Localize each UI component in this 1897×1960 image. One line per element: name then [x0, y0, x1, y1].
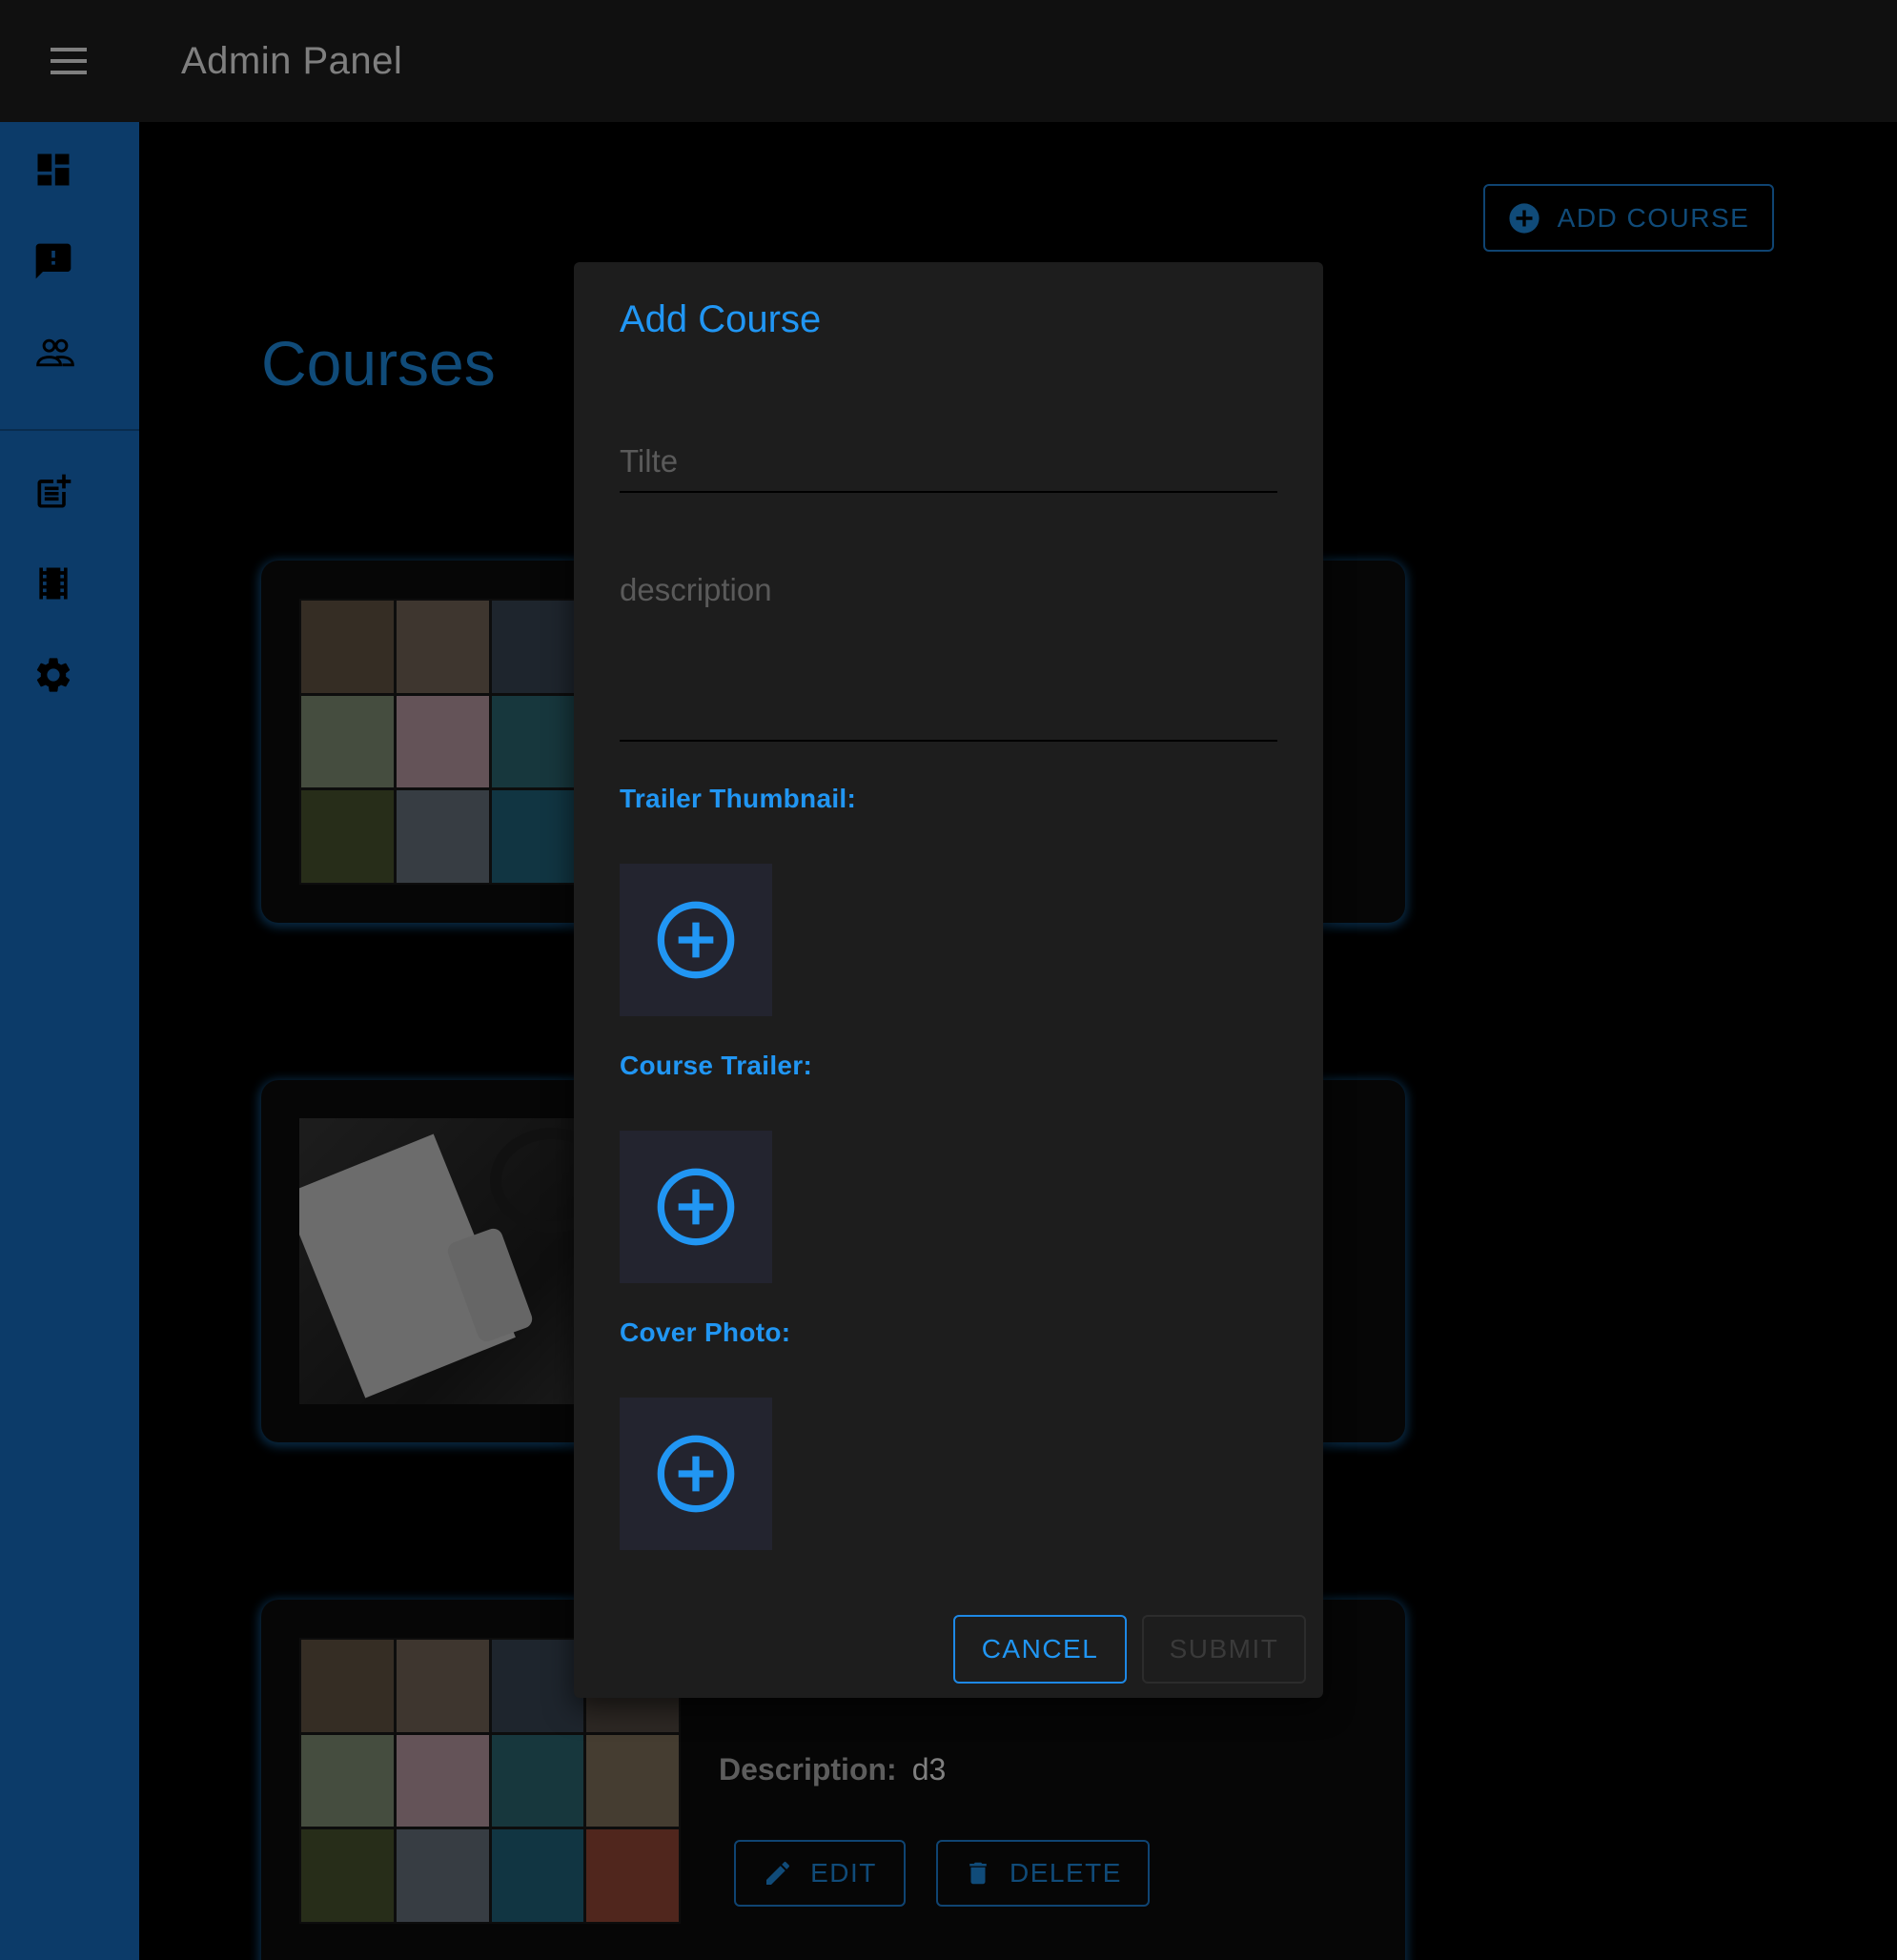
description-field — [620, 572, 1277, 742]
course-trailer-label: Course Trailer: — [620, 1051, 813, 1080]
course-trailer-upload[interactable] — [620, 1131, 772, 1283]
add-circle-outline-icon — [657, 1168, 735, 1246]
add-circle-outline-icon — [657, 901, 735, 979]
trailer-thumbnail-label: Trailer Thumbnail: — [620, 784, 857, 813]
description-input[interactable] — [620, 572, 1277, 715]
submit-button[interactable]: SUBMIT — [1142, 1615, 1306, 1684]
cover-photo-upload[interactable] — [620, 1398, 772, 1550]
dialog-title: Add Course — [620, 298, 822, 340]
add-circle-outline-icon — [657, 1435, 735, 1513]
title-field — [620, 443, 1277, 493]
cover-photo-label: Cover Photo: — [620, 1317, 791, 1347]
cancel-button[interactable]: CANCEL — [953, 1615, 1127, 1684]
title-input[interactable] — [620, 443, 1277, 480]
add-course-dialog: Add Course Trailer Thumbnail: Course Tra… — [574, 262, 1323, 1698]
trailer-thumbnail-upload[interactable] — [620, 864, 772, 1016]
